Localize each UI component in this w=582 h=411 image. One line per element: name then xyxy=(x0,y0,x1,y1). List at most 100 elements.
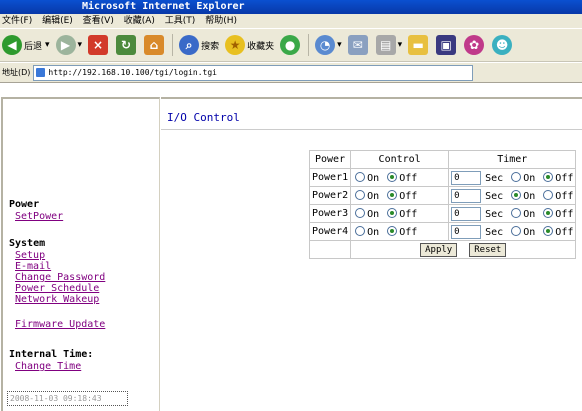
timer-seconds-input[interactable] xyxy=(451,224,482,239)
sec-label: Sec xyxy=(485,190,504,202)
timer-input-cell xyxy=(448,222,484,241)
on-label: On xyxy=(367,208,380,220)
power-schedule-link[interactable]: Power Schedule xyxy=(15,283,99,294)
print-button[interactable]: ▤ ▾ xyxy=(375,32,403,58)
power-name: Power2 xyxy=(308,186,352,205)
people-icon: ☻ xyxy=(492,35,513,55)
control-off-radio[interactable] xyxy=(387,225,398,236)
home-button[interactable]: ⌂ xyxy=(144,32,166,58)
messenger-button[interactable]: ▣ xyxy=(436,32,458,58)
firmware-update-link[interactable]: Firmware Update xyxy=(15,319,105,330)
timer-seconds-input[interactable] xyxy=(451,206,482,221)
back-arrow-icon: ◀ xyxy=(2,35,22,55)
address-url: http://192.168.10.100/tgi/login.tgi xyxy=(48,68,217,77)
change-time-link[interactable]: Change Time xyxy=(15,361,81,372)
print-icon: ▤ xyxy=(375,35,396,55)
media-button[interactable]: ● xyxy=(280,32,302,58)
forward-button[interactable]: ▶ ▾ xyxy=(55,32,83,58)
back-dropdown-icon[interactable]: ▾ xyxy=(45,40,50,50)
table-row: Power3On OffSec On Off xyxy=(308,204,577,223)
on-label: On xyxy=(523,208,536,220)
print-dropdown-icon[interactable]: ▾ xyxy=(398,40,403,50)
power-name: Power1 xyxy=(308,168,352,187)
menu-favorites[interactable]: 收藏(A) xyxy=(124,16,155,26)
control-on-radio[interactable] xyxy=(355,189,366,200)
page-title: I/O Control xyxy=(167,111,240,124)
off-label: Off xyxy=(555,190,574,202)
timer-on-radio[interactable] xyxy=(511,225,522,236)
mail-button[interactable]: ✉ xyxy=(347,32,370,58)
history-button[interactable]: ◔ ▾ xyxy=(315,32,342,58)
stop-button[interactable]: × xyxy=(88,32,110,58)
toolbar-separator xyxy=(172,34,174,56)
menu-file[interactable]: 文件(F) xyxy=(2,16,32,26)
refresh-icon: ↻ xyxy=(116,35,137,55)
folder-icon: ▬ xyxy=(408,35,429,55)
sidebar: Power SetPower System Setup E-mail Chang… xyxy=(1,97,160,411)
timer-off-radio[interactable] xyxy=(543,207,554,218)
control-on-radio[interactable] xyxy=(355,171,366,182)
timer-on-radio[interactable] xyxy=(511,171,522,182)
people-button[interactable]: ☻ xyxy=(492,32,514,58)
timer-input-cell xyxy=(448,186,484,205)
refresh-button[interactable]: ↻ xyxy=(116,32,138,58)
reset-button[interactable]: Reset xyxy=(469,242,507,257)
menu-tools[interactable]: 工具(T) xyxy=(165,16,196,26)
off-label: Off xyxy=(555,172,574,184)
off-label: Off xyxy=(399,172,418,184)
on-label: On xyxy=(367,226,380,238)
power-name: Power3 xyxy=(308,204,352,223)
setup-link[interactable]: Setup xyxy=(15,250,45,261)
main-content: I/O Control Power Control Timer Power1 On… xyxy=(161,97,582,411)
timer-seconds-input[interactable] xyxy=(451,188,482,203)
control-on-radio[interactable] xyxy=(355,207,366,218)
favorites-label: 收藏夹 xyxy=(247,41,275,52)
menu-edit[interactable]: 编辑(E) xyxy=(42,16,73,26)
timer-seconds-input[interactable] xyxy=(451,170,482,185)
email-link[interactable]: E-mail xyxy=(15,261,51,272)
forward-arrow-icon: ▶ xyxy=(55,35,76,55)
title-divider xyxy=(161,129,582,130)
stop-icon: × xyxy=(88,35,109,55)
address-label: 地址(D) xyxy=(2,68,31,77)
control-cell: On Off xyxy=(350,168,450,187)
timer-off-radio[interactable] xyxy=(543,171,554,182)
internal-time-heading: Internal Time: xyxy=(9,349,94,360)
menu-view[interactable]: 查看(V) xyxy=(83,16,114,26)
off-label: Off xyxy=(399,226,418,238)
control-cell: On Off xyxy=(350,222,450,241)
timer-off-radio[interactable] xyxy=(543,189,554,200)
history-dropdown-icon[interactable]: ▾ xyxy=(337,40,342,50)
current-time-display: 2008-11-03 09:18:43 xyxy=(7,391,128,406)
back-button[interactable]: ◀ 后退 ▾ xyxy=(2,32,50,58)
network-wakeup-link[interactable]: Network Wakeup xyxy=(15,294,99,305)
folder-button[interactable]: ▬ xyxy=(408,32,430,58)
off-label: Off xyxy=(555,226,574,238)
timer-cell: Sec On Off xyxy=(483,168,577,187)
timer-off-radio[interactable] xyxy=(543,225,554,236)
control-off-radio[interactable] xyxy=(387,171,398,182)
favorites-button[interactable]: ★ 收藏夹 xyxy=(225,32,274,58)
timer-on-radio[interactable] xyxy=(511,189,522,200)
control-off-radio[interactable] xyxy=(387,189,398,200)
forward-dropdown-icon[interactable]: ▾ xyxy=(78,40,83,50)
menu-help[interactable]: 帮助(H) xyxy=(205,16,237,26)
history-icon: ◔ xyxy=(315,35,336,55)
table-row: Power1On OffSec On Off xyxy=(308,168,577,187)
back-label: 后退 xyxy=(24,41,43,52)
control-on-radio[interactable] xyxy=(355,225,366,236)
set-power-link[interactable]: SetPower xyxy=(15,211,63,222)
power-heading: Power xyxy=(9,199,40,210)
apply-button[interactable]: Apply xyxy=(420,242,458,257)
on-label: On xyxy=(523,226,536,238)
search-button[interactable]: ⌕ 搜索 xyxy=(179,32,219,58)
control-off-radio[interactable] xyxy=(387,207,398,218)
address-input[interactable]: http://192.168.10.100/tgi/login.tgi xyxy=(33,64,474,81)
on-label: On xyxy=(523,172,536,184)
research-button[interactable]: ✿ xyxy=(464,32,486,58)
timer-on-radio[interactable] xyxy=(511,207,522,218)
research-icon: ✿ xyxy=(464,35,485,55)
change-password-link[interactable]: Change Password xyxy=(15,272,105,283)
browser-toolbar: ◀ 后退 ▾ ▶ ▾ × ↻ ⌂ ⌕ 搜索 ★ 收藏夹 ● ◔ ▾ ✉ ▤ ▾ … xyxy=(0,28,582,62)
on-label: On xyxy=(367,172,380,184)
